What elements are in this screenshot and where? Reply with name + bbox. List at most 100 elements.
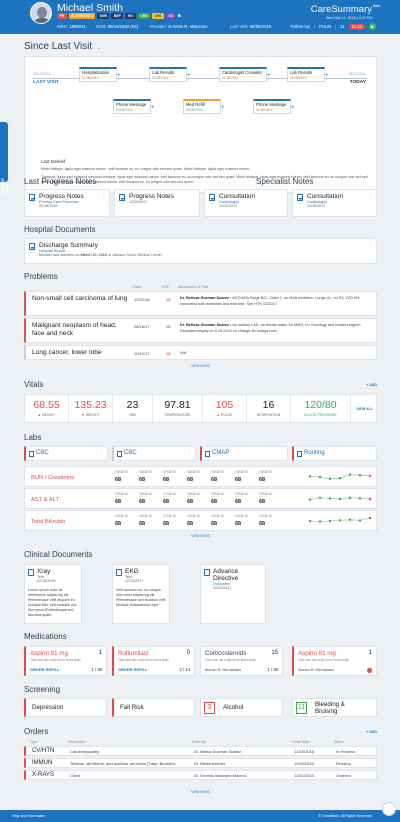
- sparkline-point: [318, 475, 322, 479]
- sparkline-point: [318, 520, 322, 523]
- lab-value: 68: [187, 477, 193, 483]
- lab-row[interactable]: Total Bilirubin 09/08/16 68 08/08/16 68 07/08…: [24, 510, 377, 531]
- medication-card[interactable]: Corticosteroids 15 Take one tab orally thr…: [200, 646, 283, 676]
- timeline-event[interactable]: Lab Results 01/09/2016 +: [287, 67, 329, 82]
- timeline-event[interactable]: Hospitalization 01/08/2016 +: [79, 67, 121, 82]
- vital-temperature[interactable]: 97.81 TEMPERATURE: [153, 395, 203, 424]
- problems-view-more[interactable]: VIEW MORE: [24, 364, 377, 368]
- orders-view-more[interactable]: VIEW MORE: [24, 790, 377, 794]
- medication-card[interactable]: Roflumilast 0 Take one tab orally three ti…: [112, 646, 195, 676]
- badge-dnr[interactable]: DNR: [97, 13, 110, 19]
- badge-pr[interactable]: PR: [57, 13, 67, 19]
- badge-cms[interactable]: CMS: [137, 13, 151, 19]
- lab-date: 09/08/16: [115, 514, 128, 518]
- badge-allergies[interactable]: ALLERGIES 2: [68, 13, 96, 19]
- badge-brp[interactable]: BRP: [111, 13, 124, 19]
- order-refill-button[interactable]: ORDER REFILL: [118, 667, 148, 672]
- screening-card[interactable]: 11 Bleeding & Bruising: [292, 698, 377, 717]
- vital-respiration[interactable]: 16 RESPIRATION: [247, 395, 291, 424]
- sparkline-point: [338, 519, 342, 522]
- timeline-event[interactable]: Phone Message 01/09/2016 +: [253, 99, 295, 114]
- labs-table: VIEW MORE BUN / Creatinine 09/08/16 68 08/0…: [24, 466, 377, 544]
- lab-value: 68: [235, 499, 241, 505]
- screening-card[interactable]: Depression: [24, 698, 107, 717]
- since-last-visit-title: Since Last Visit: [24, 41, 93, 52]
- vital-bmi[interactable]: 23 BMI: [113, 395, 153, 424]
- pulm-label[interactable]: PULM: [319, 24, 331, 29]
- help-link[interactable]: Help and Information: [12, 814, 45, 818]
- lab-value: 68: [211, 477, 217, 483]
- lab-tab-cbc-2[interactable]: CBC ⋮: [112, 446, 196, 461]
- problem-row[interactable]: Malignant neoplasm of head, face and nec…: [24, 318, 377, 343]
- more-icon: ⋮: [368, 193, 373, 199]
- lab-value: 68: [235, 521, 241, 527]
- lab-row[interactable]: BUN / Creatinine 09/08/16 68 08/08/16 68 07/0…: [24, 466, 377, 487]
- lab-value: 68: [115, 477, 121, 483]
- document-icon: [297, 194, 303, 201]
- document-icon: [117, 451, 122, 457]
- vital-weight[interactable]: 135.23 ▼ WEIGHT: [69, 395, 113, 424]
- medication-card[interactable]: Aspirin 81 mg 1 Take one tab orally three …: [292, 646, 377, 676]
- lab-value: 68: [163, 499, 169, 505]
- timeline-event[interactable]: Cardiologist Consults 01/08/2016 +: [219, 67, 271, 82]
- progress-note-card[interactable]: ⋮ Progress Notes 12/10/2017: [114, 189, 200, 217]
- chevron-down-icon[interactable]: ⌄: [96, 45, 101, 51]
- labs-title: Labs: [24, 433, 42, 442]
- order-row[interactable]: CV/HTN Cardiomyopathy Dr. Belisa Guzman Su…: [24, 746, 377, 756]
- clinical-doc-card[interactable]: Xray Test 02/16/2018 Lorem ipsum dolor sit …: [24, 564, 82, 624]
- lab-date: 03/08/16: [259, 492, 272, 496]
- chat-button[interactable]: [382, 802, 396, 816]
- screening-card[interactable]: Fall Risk: [112, 698, 195, 717]
- progress-note-card[interactable]: ⋮ Progress Notes Primary Care Physician 02/…: [24, 189, 110, 217]
- plus-icon: +: [221, 105, 225, 111]
- timer-badge[interactable]: 11:23: [348, 23, 365, 30]
- clinical-doc-card[interactable]: EKG Test 12/10/2017 Velit lacusum eu, eu co…: [112, 564, 170, 624]
- lab-row[interactable]: AST & ALT 09/08/16 68 08/08/16 68 07/08/16 68 0…: [24, 488, 377, 509]
- sparkline-point: [368, 497, 372, 501]
- sparkline-point: [308, 475, 312, 478]
- lab-tab-cmap[interactable]: CMAP ⋮: [200, 446, 288, 461]
- specialist-note-card[interactable]: ⋮ Consultation Cardiologist 12/10/2017: [292, 189, 377, 217]
- badge-hiv[interactable]: HIV: [125, 13, 136, 19]
- vitals-panel: 68.55 ▲ HEIGHT 135.23 ▼ WEIGHT 23 BMI 97.81…: [24, 394, 378, 424]
- clinical-doc-card[interactable]: Advance Directive Document 12/22/2017: [200, 564, 266, 624]
- vital-pulse[interactable]: 105 ▲ PULSE: [203, 395, 247, 424]
- vital-height[interactable]: 68.55 ▲ HEIGHT: [25, 395, 69, 424]
- vitals-view-all[interactable]: VIEW ALL: [351, 395, 378, 424]
- sparkline-point: [358, 497, 362, 500]
- problem-row[interactable]: Lung cancer, lower lobe 10/10/17 18 N/A: [24, 345, 377, 360]
- lab-date: 03/08/16: [259, 514, 272, 518]
- more-icon: ⋮: [99, 449, 104, 455]
- lab-tab-routing[interactable]: Routing ⋮: [292, 446, 377, 461]
- more-icon: ⋮: [187, 449, 192, 455]
- sparkline-point: [358, 519, 362, 522]
- lab-value: 68: [187, 499, 193, 505]
- timeline-event[interactable]: Med Refill 01/09/2016 +: [183, 99, 225, 114]
- timeline-event[interactable]: Lab Results 01/09/2016 +: [149, 67, 191, 82]
- order-row[interactable]: IMMUN Tetanus, diphtheria, and acellular …: [24, 758, 377, 768]
- document-icon: [29, 194, 35, 201]
- screening-card[interactable]: 3 Alcohol: [200, 698, 283, 717]
- badge-so[interactable]: SO: [165, 13, 176, 19]
- order-refill-button[interactable]: ORDER REFILL: [30, 667, 60, 672]
- labs-view-more[interactable]: VIEW MORE: [24, 534, 377, 538]
- lab-date: 04/08/16: [235, 470, 248, 474]
- last-visit-marker: LAST VISIT: [33, 80, 59, 85]
- problem-row[interactable]: Non-small cell carcinoma of lung 12/02/1…: [24, 291, 377, 316]
- lab-date: 06/08/16: [187, 492, 200, 496]
- vitals-add-button[interactable]: + ADD: [366, 383, 377, 387]
- discharge-summary-card[interactable]: ⋮ Discharge Summary Hospital Report Michael…: [24, 238, 377, 264]
- patient-menu-tab[interactable]: PATIENT MENU: [0, 122, 9, 193]
- orders-add-button[interactable]: + ADD: [366, 730, 377, 734]
- timeline-event[interactable]: Phone Message 01/09/2016 +: [113, 99, 155, 114]
- badge-cpa[interactable]: CPA: [152, 13, 164, 19]
- sparkline-point: [368, 474, 372, 477]
- lab-value: 68: [259, 477, 265, 483]
- medication-card[interactable]: Aspirin 81 mg 1 Take one tab orally three …: [24, 646, 107, 676]
- order-row[interactable]: X-RAYS Chest Dr. Ernesto Manzano Macera 11/…: [24, 770, 377, 780]
- lab-date: 07/08/16: [163, 470, 176, 474]
- vital-blood-pressure[interactable]: 120/80 BLOOD PRESSURE: [291, 395, 351, 424]
- lab-tab-cbc[interactable]: CBC ⋮: [24, 446, 108, 461]
- specialist-note-card[interactable]: ⋮ Consultation Cardiologist 12/22/2017: [204, 189, 288, 217]
- play-icon[interactable]: ▶: [369, 23, 376, 30]
